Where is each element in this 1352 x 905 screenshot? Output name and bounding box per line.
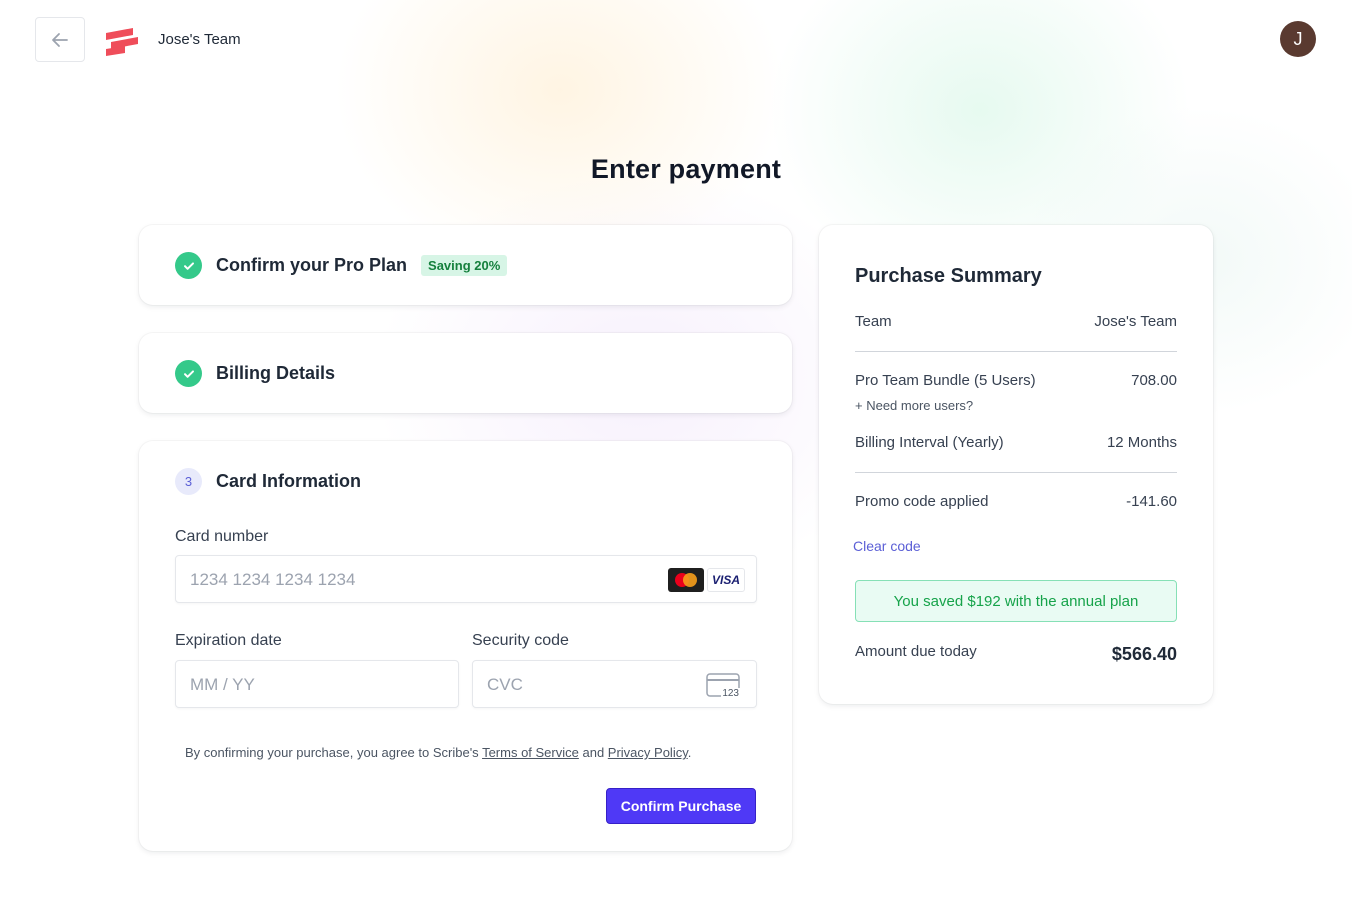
confirm-purchase-button[interactable]: Confirm Purchase <box>606 788 756 824</box>
security-code-input[interactable]: CVC 123 <box>472 660 757 708</box>
legal-and: and <box>578 745 608 760</box>
savings-banner: You saved $192 with the annual plan <box>855 580 1177 622</box>
promo-value: -141.60 <box>1126 493 1177 510</box>
team-label: Team <box>855 313 892 330</box>
due-value: $566.40 <box>1111 644 1177 664</box>
interval-label: Billing Interval (Yearly) <box>855 434 1004 451</box>
scribe-logo-icon <box>106 28 138 56</box>
clear-code-link[interactable]: Clear code <box>853 538 921 554</box>
visa-icon: VISA <box>707 568 745 592</box>
promo-label: Promo code applied <box>855 493 989 510</box>
legal-suffix: . <box>687 745 692 760</box>
mastercard-icon <box>668 568 704 592</box>
summary-row-bundle: Pro Team Bundle (5 Users) 708.00 <box>855 372 1177 389</box>
bundle-value: 708.00 <box>1131 372 1177 389</box>
privacy-link[interactable]: Privacy Policy <box>608 745 688 760</box>
step-header: 3 Card Information <box>175 468 361 495</box>
check-circle-icon <box>175 360 202 387</box>
expiration-placeholder: MM / YY <box>190 675 255 694</box>
step-number: 3 <box>175 468 202 495</box>
summary-title: Purchase Summary <box>855 265 1042 287</box>
need-more-users-link[interactable]: + Need more users? <box>855 398 973 413</box>
divider <box>855 351 1177 352</box>
saving-badge: Saving 20% <box>421 255 508 276</box>
summary-row-due: Amount due today $566.40 <box>855 643 1177 664</box>
back-button[interactable] <box>35 17 85 62</box>
check-circle-icon <box>175 252 202 279</box>
summary-row-interval: Billing Interval (Yearly) 12 Months <box>855 434 1177 451</box>
legal-prefix: By confirming your purchase, you agree t… <box>185 745 483 760</box>
step-header: Confirm your Pro Plan Saving 20% <box>175 252 508 279</box>
card-number-input[interactable]: 1234 1234 1234 1234 VISA <box>175 555 757 603</box>
payment-page: Jose's Team J Enter payment Confirm your… <box>0 0 1352 905</box>
legal-text: By confirming your purchase, you agree t… <box>185 745 691 760</box>
security-code-placeholder: CVC <box>487 675 523 694</box>
step-title: Card Information <box>216 471 362 491</box>
cvc-card-icon: 123 <box>706 673 740 699</box>
cvc-icon-text: 123 <box>721 688 740 699</box>
team-name: Jose's Team <box>158 31 241 48</box>
card-number-label: Card number <box>175 528 269 545</box>
arrow-left-icon <box>52 32 68 47</box>
step-card-information: 3 Card Information Card number 1234 1234… <box>139 441 792 851</box>
terms-link[interactable]: Terms of Service <box>482 745 579 760</box>
avatar[interactable]: J <box>1280 21 1316 57</box>
security-code-label: Security code <box>472 632 569 649</box>
card-number-placeholder: 1234 1234 1234 1234 <box>190 570 356 589</box>
summary-row-promo: Promo code applied -141.60 <box>855 493 1177 510</box>
due-label: Amount due today <box>855 643 977 660</box>
step-billing-details[interactable]: Billing Details <box>139 333 792 413</box>
purchase-summary: Purchase Summary Team Jose's Team Pro Te… <box>819 225 1213 704</box>
team-value: Jose's Team <box>1094 313 1177 330</box>
step-header: Billing Details <box>175 360 335 387</box>
step-confirm-plan[interactable]: Confirm your Pro Plan Saving 20% <box>139 225 792 305</box>
page-title: Enter payment <box>590 154 782 184</box>
expiration-input[interactable]: MM / YY <box>175 660 459 708</box>
bundle-label: Pro Team Bundle (5 Users) <box>855 372 1036 389</box>
step-title: Confirm your Pro Plan <box>216 255 408 275</box>
summary-row-team: Team Jose's Team <box>855 313 1177 330</box>
expiration-label: Expiration date <box>175 632 282 649</box>
interval-value: 12 Months <box>1106 434 1177 451</box>
divider <box>855 472 1177 473</box>
step-title: Billing Details <box>216 363 336 383</box>
